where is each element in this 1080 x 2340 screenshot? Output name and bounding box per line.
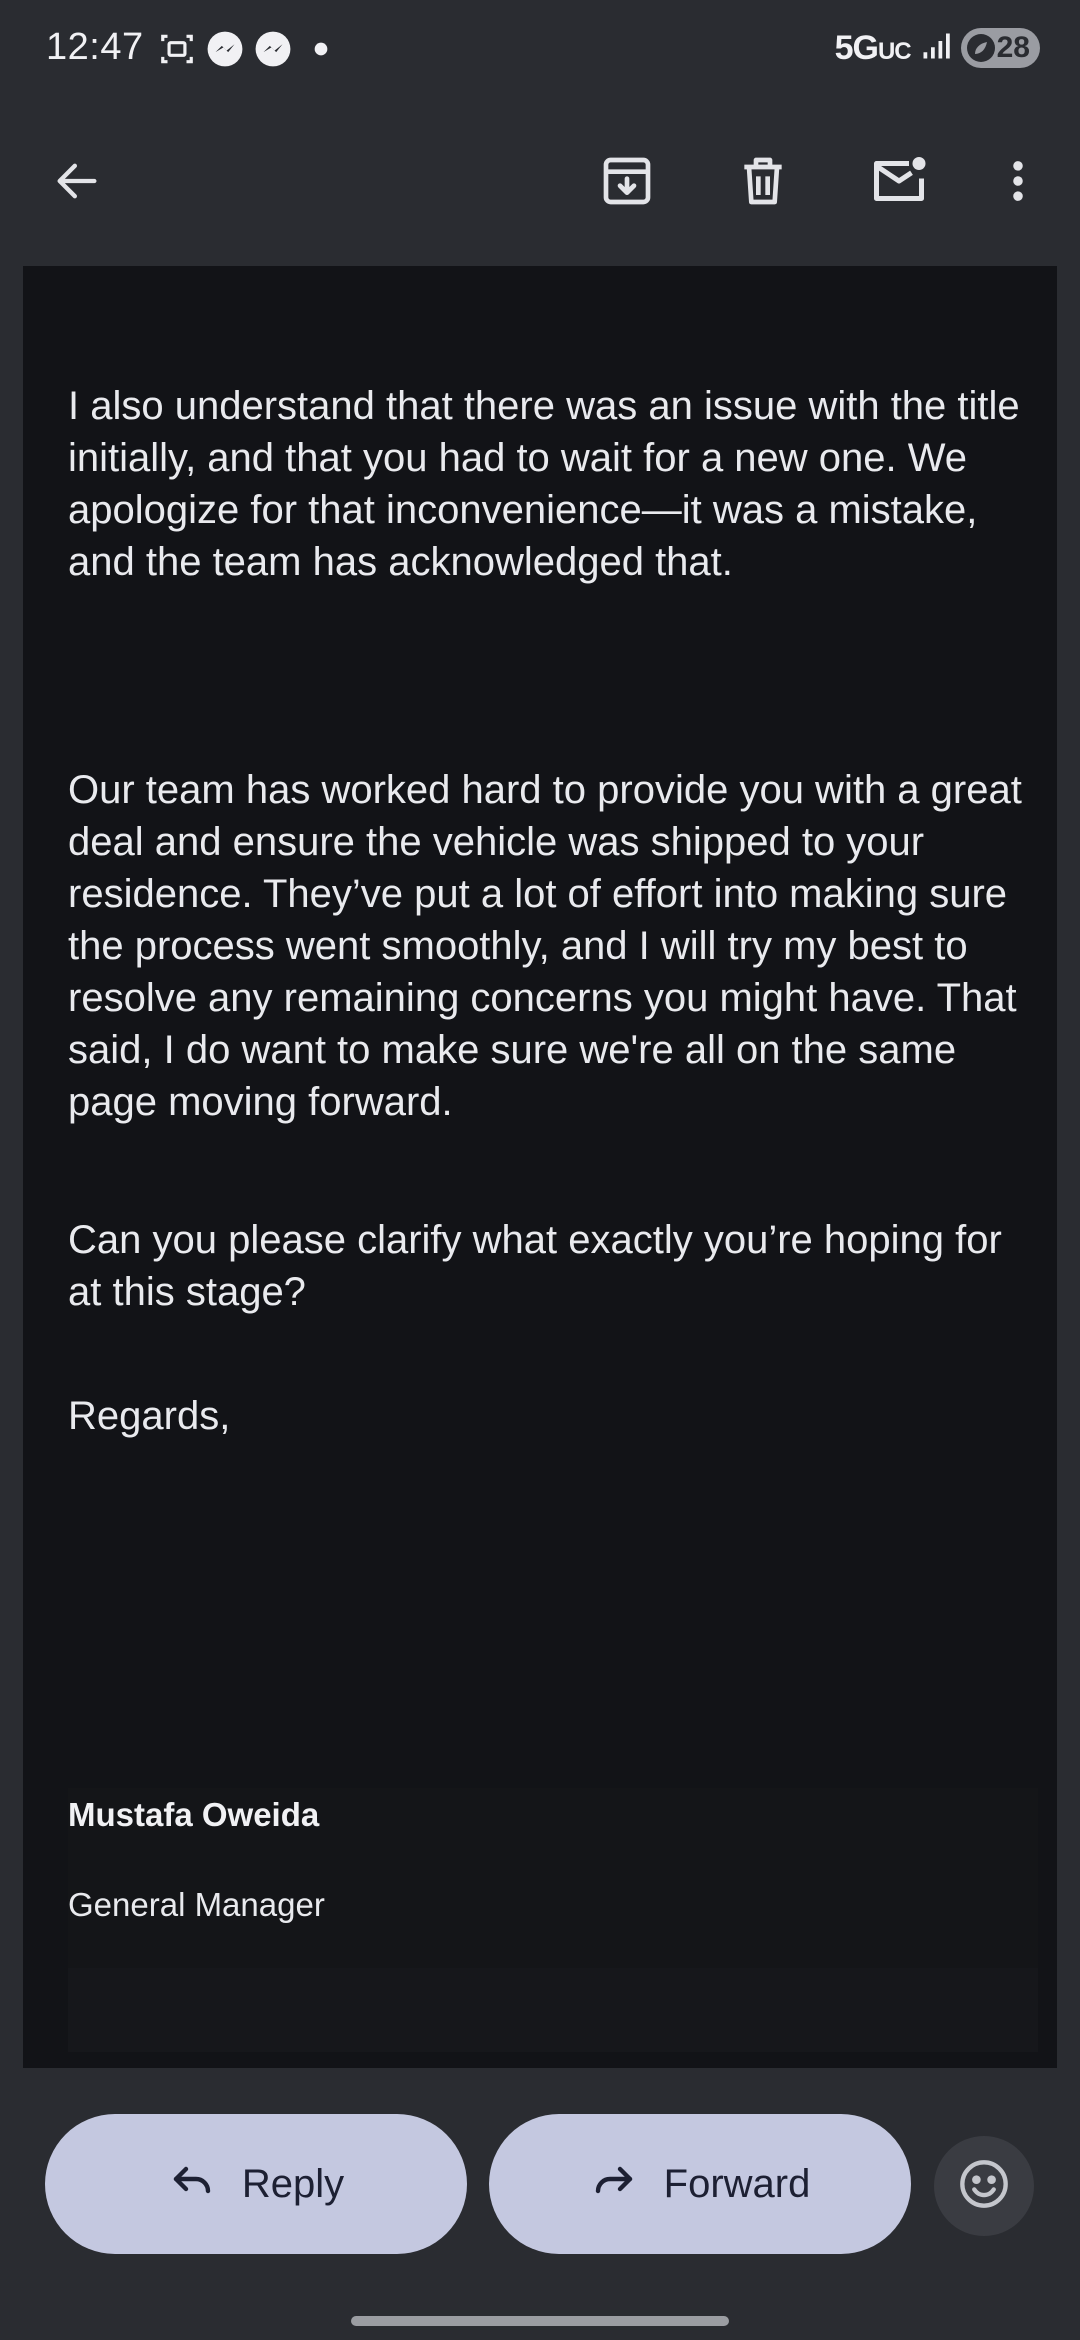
battery-saver-icon bbox=[966, 34, 995, 62]
home-indicator[interactable] bbox=[351, 2316, 729, 2326]
delete-icon bbox=[735, 153, 791, 214]
back-button[interactable] bbox=[27, 133, 127, 233]
reply-button[interactable]: Reply bbox=[45, 2114, 467, 2254]
status-time: 12:47 bbox=[46, 26, 144, 68]
email-paragraph: Regards, bbox=[68, 1394, 231, 1438]
forward-button[interactable]: Forward bbox=[489, 2114, 911, 2254]
email-body: I also understand that there was an issu… bbox=[23, 266, 1057, 2068]
mark-unread-button[interactable] bbox=[849, 133, 949, 233]
battery-level: 28 bbox=[996, 31, 1030, 64]
email-paragraph: Can you please clarify what exactly you’… bbox=[68, 1218, 1002, 1314]
reply-icon bbox=[168, 2155, 216, 2213]
smiley-icon bbox=[958, 2158, 1010, 2215]
messenger-icon bbox=[254, 30, 292, 68]
network-label: 5GUC bbox=[834, 28, 912, 67]
back-arrow-icon bbox=[51, 155, 103, 212]
email-paragraph: I also understand that there was an issu… bbox=[68, 384, 1020, 584]
forward-icon bbox=[590, 2155, 638, 2213]
messenger-icon bbox=[206, 30, 244, 68]
reply-label: Reply bbox=[241, 2161, 345, 2206]
signature-name: Mustafa Oweida bbox=[68, 1796, 320, 1833]
emoji-reaction-button[interactable] bbox=[934, 2136, 1034, 2236]
status-bar: 12:47 5GUC 28 bbox=[0, 0, 1080, 100]
archive-button[interactable] bbox=[577, 133, 677, 233]
dot-icon bbox=[302, 30, 340, 68]
email-toolbar bbox=[0, 100, 1080, 266]
signature-spacer bbox=[68, 1968, 1038, 2052]
forward-label: Forward bbox=[663, 2161, 811, 2206]
email-paragraph: Our team has worked hard to provide you … bbox=[68, 768, 1022, 1124]
more-options-button[interactable] bbox=[968, 133, 1068, 233]
notification-icons bbox=[158, 30, 340, 68]
bottom-action-bar: Reply Forward bbox=[0, 2068, 1080, 2340]
signal-icon bbox=[921, 31, 951, 66]
mark-unread-icon bbox=[869, 151, 929, 216]
battery-indicator: 28 bbox=[960, 28, 1040, 68]
more-vert-icon bbox=[992, 155, 1044, 212]
archive-icon bbox=[599, 153, 655, 214]
delete-button[interactable] bbox=[713, 133, 813, 233]
signature-title: General Manager bbox=[68, 1886, 325, 1923]
screenshot-icon bbox=[158, 30, 196, 68]
status-right: 5GUC 28 bbox=[835, 28, 1040, 68]
